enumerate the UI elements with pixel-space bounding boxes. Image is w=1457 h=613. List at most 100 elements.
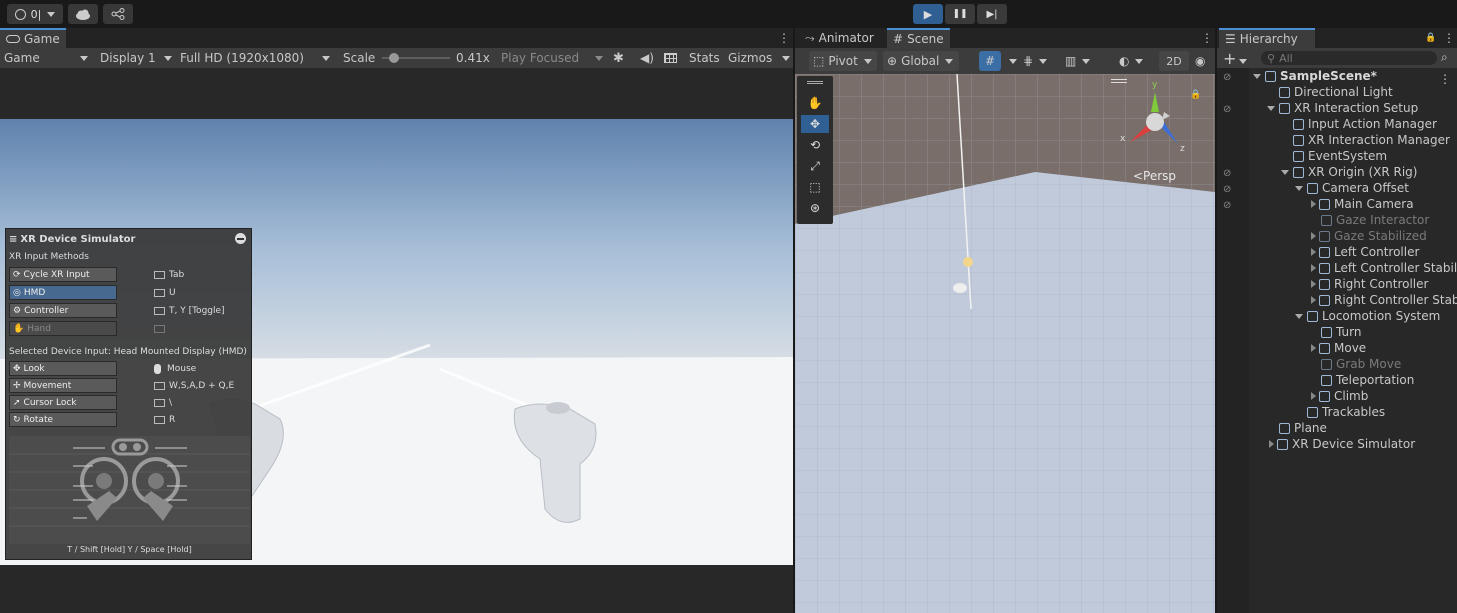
hierarchy-item[interactable]: Gaze Interactor bbox=[1249, 212, 1457, 228]
orientation-gizmo[interactable]: y x z bbox=[1120, 80, 1190, 154]
hierarchy-item[interactable]: Camera Offset bbox=[1249, 180, 1457, 196]
collapse-arrow-icon[interactable] bbox=[1311, 344, 1316, 352]
cycle-xr-input-button[interactable]: ⟳ Cycle XR Input bbox=[9, 267, 117, 282]
search-scene-button[interactable]: ⌕ bbox=[1441, 50, 1448, 65]
grid-snap-dropdown[interactable] bbox=[1003, 51, 1017, 71]
hierarchy-item[interactable]: Right Controller Stabi bbox=[1249, 292, 1457, 308]
expand-arrow-icon[interactable] bbox=[1267, 105, 1275, 111]
resolution-dropdown[interactable]: Full HD (1920x1080) bbox=[180, 48, 330, 68]
collab-button[interactable] bbox=[103, 4, 133, 24]
controller-button[interactable]: ⚙ Controller bbox=[9, 303, 117, 318]
rotate-button[interactable]: ↻ Rotate bbox=[9, 412, 117, 427]
stats-button[interactable]: Stats bbox=[689, 48, 720, 68]
tab-animator[interactable]: ⤳ Animator bbox=[799, 28, 880, 48]
game-menu-button[interactable]: ⋮ bbox=[772, 28, 796, 48]
collapse-arrow-icon[interactable] bbox=[1311, 248, 1316, 256]
hierarchy-item[interactable]: SampleScene* bbox=[1249, 68, 1457, 84]
overlay-drag-handle[interactable] bbox=[1111, 79, 1127, 83]
global-dropdown[interactable]: ⊕ Global bbox=[883, 51, 959, 71]
hierarchy-item[interactable]: XR Interaction Manager bbox=[1249, 132, 1457, 148]
play-mode-dropdown[interactable]: Play Focused bbox=[501, 48, 603, 68]
tab-game[interactable]: Game bbox=[0, 28, 66, 48]
expand-arrow-icon[interactable] bbox=[1295, 313, 1303, 319]
collapse-arrow-icon[interactable] bbox=[1311, 264, 1316, 272]
expand-arrow-icon[interactable] bbox=[1295, 185, 1303, 191]
bug-button[interactable]: ✱ bbox=[613, 48, 624, 68]
gizmos-dropdown[interactable]: Gizmos bbox=[728, 48, 790, 68]
grid-snap-button[interactable]: # bbox=[979, 51, 1001, 71]
cloud-button[interactable] bbox=[68, 4, 98, 24]
hierarchy-item[interactable]: Trackables bbox=[1249, 404, 1457, 420]
step-button[interactable]: ▶| bbox=[977, 4, 1007, 24]
hierarchy-item[interactable]: Locomotion System bbox=[1249, 308, 1457, 324]
pause-button[interactable]: ❚❚ bbox=[945, 4, 975, 24]
hierarchy-item[interactable]: Left Controller Stabiliz bbox=[1249, 260, 1457, 276]
audio-button[interactable]: ◀) bbox=[640, 48, 654, 68]
scene-menu-button[interactable]: ⋮ bbox=[1195, 28, 1219, 48]
collapse-arrow-icon[interactable] bbox=[1311, 200, 1316, 208]
expand-arrow-icon[interactable] bbox=[1253, 73, 1261, 79]
scale-slider-knob[interactable] bbox=[388, 53, 399, 63]
hand-tool-button[interactable]: ✋ bbox=[801, 94, 829, 112]
collapse-arrow-icon[interactable] bbox=[1311, 232, 1316, 240]
display-dropdown[interactable]: Display 1 bbox=[100, 48, 172, 68]
pivot-dropdown[interactable]: ⬚ Pivot bbox=[809, 51, 877, 71]
hierarchy-item[interactable]: Grab Move bbox=[1249, 356, 1457, 372]
rect-tool-button[interactable]: ⬚ bbox=[801, 178, 829, 196]
hmd-button[interactable]: ◎ HMD bbox=[9, 285, 117, 300]
hierarchy-item[interactable]: XR Origin (XR Rig) bbox=[1249, 164, 1457, 180]
hierarchy-item[interactable]: Turn bbox=[1249, 324, 1457, 340]
collapse-arrow-icon[interactable] bbox=[1311, 280, 1316, 288]
drag-handle-icon[interactable]: ≡ bbox=[9, 234, 17, 245]
visibility-icon[interactable]: ⊘ bbox=[1223, 200, 1231, 211]
cursor-lock-button[interactable]: ➚ Cursor Lock bbox=[9, 395, 117, 410]
hierarchy-item[interactable]: Teleportation bbox=[1249, 372, 1457, 388]
hierarchy-item[interactable]: Move bbox=[1249, 340, 1457, 356]
hierarchy-item[interactable]: Left Controller bbox=[1249, 244, 1457, 260]
visibility-icon[interactable]: ⊘ bbox=[1223, 72, 1231, 83]
collapse-arrow-icon[interactable] bbox=[1311, 392, 1316, 400]
rotate-tool-button[interactable]: ⟲ bbox=[801, 136, 829, 154]
expand-arrow-icon[interactable] bbox=[1281, 169, 1289, 175]
draw-mode-button[interactable]: ◐ bbox=[1119, 51, 1144, 71]
tab-hierarchy[interactable]: ☰ Hierarchy bbox=[1219, 28, 1315, 48]
look-button[interactable]: ✥ Look bbox=[9, 361, 117, 376]
grid-button[interactable] bbox=[664, 48, 677, 68]
collapse-button[interactable] bbox=[235, 233, 246, 244]
visibility-icon[interactable]: ⊘ bbox=[1223, 184, 1231, 195]
hierarchy-item[interactable]: XR Device Simulator bbox=[1249, 436, 1457, 452]
hand-button[interactable]: ✋ Hand bbox=[9, 321, 117, 336]
hierarchy-search[interactable]: ⚲ All bbox=[1261, 51, 1437, 65]
visibility-icon[interactable]: ⊘ bbox=[1223, 104, 1231, 115]
camera-gizmo[interactable] bbox=[953, 283, 967, 293]
incremental-snap-button[interactable]: ▥ bbox=[1065, 51, 1091, 71]
hierarchy-item[interactable]: Climb bbox=[1249, 388, 1457, 404]
hierarchy-menu-button[interactable]: ⋮ bbox=[1437, 28, 1457, 48]
hierarchy-item[interactable]: Right Controller bbox=[1249, 276, 1457, 292]
move-tool-button[interactable]: ✥ bbox=[801, 115, 829, 133]
account-dropdown[interactable]: 0| bbox=[7, 4, 63, 24]
movement-button[interactable]: ✢ Movement bbox=[9, 378, 117, 393]
add-object-button[interactable]: + bbox=[1223, 49, 1248, 68]
hierarchy-item[interactable]: Input Action Manager bbox=[1249, 116, 1457, 132]
visibility-icon[interactable]: ⊘ bbox=[1223, 168, 1231, 179]
hierarchy-item[interactable]: XR Interaction Setup bbox=[1249, 100, 1457, 116]
lock-icon[interactable]: 🔒 bbox=[1190, 90, 1201, 100]
scale-tool-button[interactable]: ⤢ bbox=[801, 157, 829, 175]
snap-increment-button[interactable]: ⋕ bbox=[1023, 51, 1048, 71]
hierarchy-item[interactable]: Plane bbox=[1249, 420, 1457, 436]
2d-toggle-button[interactable]: 2D bbox=[1159, 51, 1189, 71]
persp-label[interactable]: <Persp bbox=[1133, 169, 1176, 183]
hierarchy-item[interactable]: Main Camera bbox=[1249, 196, 1457, 212]
hierarchy-item[interactable]: EventSystem bbox=[1249, 148, 1457, 164]
play-button[interactable]: ▶ bbox=[913, 4, 943, 24]
scene-menu-kebab[interactable]: ⋮ bbox=[1439, 72, 1451, 86]
tab-scene[interactable]: # Scene bbox=[887, 28, 950, 48]
collapse-arrow-icon[interactable] bbox=[1269, 440, 1274, 448]
hierarchy-item[interactable]: Gaze Stabilized bbox=[1249, 228, 1457, 244]
game-view-dropdown[interactable]: Game bbox=[4, 48, 88, 68]
light-gizmo[interactable] bbox=[963, 257, 973, 267]
hierarchy-item[interactable]: Directional Light bbox=[1249, 84, 1457, 100]
transform-tool-button[interactable]: ⊛ bbox=[801, 199, 829, 217]
scale-slider[interactable] bbox=[382, 48, 450, 68]
